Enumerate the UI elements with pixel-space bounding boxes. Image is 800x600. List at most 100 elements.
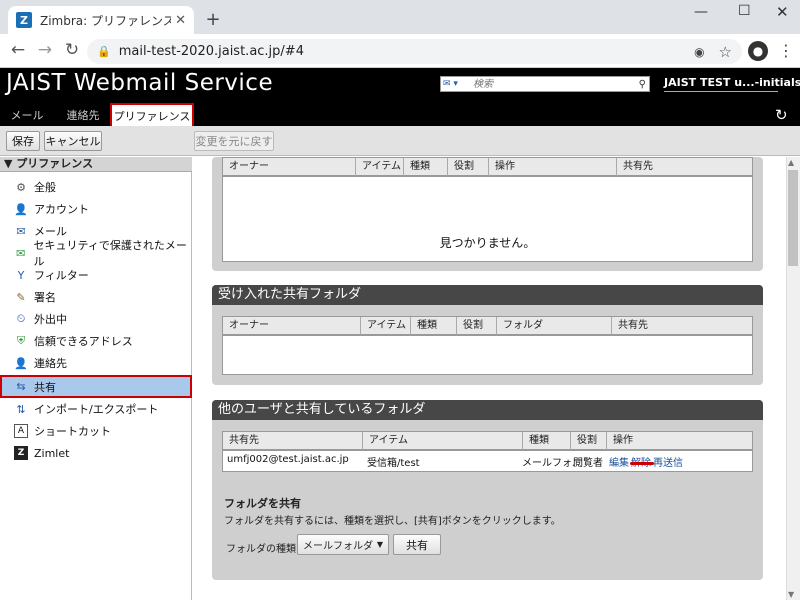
sidebar-item-label: 外出中 <box>34 313 67 326</box>
pending-shares-header: オーナー アイテム 種類 役割 操作 共有先 <box>222 157 753 177</box>
sidebar-item-label: Zimlet <box>34 446 70 460</box>
sidebar-header-label: プリファレンス <box>16 157 94 170</box>
filter-icon: Y <box>17 268 25 282</box>
profile-avatar-icon[interactable]: ● <box>748 41 768 61</box>
sidebar-item-label: 信頼できるアドレス <box>34 335 133 348</box>
sidebar-item-label: アカウント <box>34 203 89 216</box>
eye-icon[interactable]: ◉ <box>694 45 704 59</box>
sidebar-item-shortcuts[interactable]: A ショートカット <box>0 420 192 442</box>
revert-changes-button[interactable]: 変更を元に戻す <box>194 131 274 151</box>
scroll-down-icon[interactable]: ▼ <box>788 590 794 599</box>
sidebar-item-label: 全般 <box>34 181 56 194</box>
scrollbar-thumb[interactable] <box>788 170 798 266</box>
column-header[interactable]: 役割 <box>571 432 607 451</box>
shared-folders-title: 他のユーザと共有しているフォルダ <box>212 400 763 420</box>
mail-icon: ✉ <box>16 224 26 238</box>
new-tab-button[interactable]: + <box>203 9 223 30</box>
column-header[interactable]: 共有先 <box>617 158 752 177</box>
column-header[interactable]: アイテム <box>363 432 523 451</box>
sidebar-item-label: 連絡先 <box>34 357 67 370</box>
shield-icon: ⛨ <box>16 334 26 347</box>
sidebar-item-import-export[interactable]: ⇅ インポート/エクスポート <box>0 398 192 420</box>
user-name: JAIST TEST u...-initials <box>664 76 800 89</box>
tab-mail[interactable]: メール <box>6 104 48 126</box>
item-cell: 受信箱/test <box>367 458 420 469</box>
column-header[interactable]: 操作 <box>489 158 617 177</box>
edit-link[interactable]: 編集 <box>609 454 629 469</box>
tab-preferences[interactable]: プリファレンス <box>110 103 194 128</box>
type-cell: メールフォル <box>522 458 574 469</box>
search-icon[interactable]: ⚲ <box>639 79 649 90</box>
sidebar-header[interactable]: ▼ プリファレンス <box>0 157 192 172</box>
column-header[interactable]: 役割 <box>457 317 497 336</box>
sidebar-item-zimlet[interactable]: Z Zimlet <box>0 442 192 464</box>
sidebar-item-label: 共有 <box>34 380 56 394</box>
share-icon: ⇆ <box>16 380 26 393</box>
secure-mail-icon: ✉ <box>16 246 26 260</box>
tab-contacts[interactable]: 連絡先 <box>60 104 106 126</box>
share-folder-description: フォルダを共有するには、種類を選択し、[共有]ボタンをクリックします。 <box>224 516 561 527</box>
browser-tab[interactable]: Z Zimbra: プリファレンス: 共有 ✕ <box>8 6 194 34</box>
sidebar-item-secure-mail[interactable]: ✉ セキュリティで保護されたメール <box>0 239 192 268</box>
column-header[interactable]: 操作 <box>607 432 752 451</box>
search-input[interactable] <box>473 77 639 91</box>
save-button[interactable]: 保存 <box>6 131 40 151</box>
url-text[interactable]: mail-test-2020.jaist.ac.jp/#4 <box>119 44 694 59</box>
column-header[interactable]: 役割 <box>448 158 489 177</box>
scroll-up-icon[interactable]: ▲ <box>788 158 794 167</box>
column-header[interactable]: 種類 <box>411 317 457 336</box>
out-of-office-icon: ⏲ <box>16 312 26 325</box>
close-window-icon[interactable]: ✕ <box>776 3 789 21</box>
share-button[interactable]: 共有 <box>393 534 441 555</box>
highlight-underline <box>630 462 654 465</box>
address-bar[interactable]: 🔒 mail-test-2020.jaist.ac.jp/#4 ◉ ☆ <box>87 39 742 64</box>
share-folder-title: フォルダを共有 <box>224 497 301 510</box>
folder-type-select[interactable]: メールフォルダ ▼ <box>297 534 389 555</box>
signature-icon: ✎ <box>16 290 26 304</box>
app-title: JAIST Webmail Service <box>6 70 274 96</box>
column-header[interactable]: 種類 <box>523 432 571 451</box>
sidebar-item-contacts[interactable]: 👤 連絡先 <box>0 352 192 374</box>
role-cell: 閲覧者 <box>573 458 603 469</box>
sidebar-item-filter[interactable]: Y フィルター <box>0 264 192 286</box>
resend-link[interactable]: 再送信 <box>653 454 683 469</box>
column-header[interactable]: オーナー <box>223 158 356 177</box>
zimbra-favicon-icon: Z <box>16 12 32 28</box>
action-bar <box>0 126 800 156</box>
search-box[interactable]: ✉ ▾ ⚲ <box>440 76 650 92</box>
sidebar-item-sharing[interactable]: ⇆ 共有 <box>0 375 192 398</box>
refresh-icon[interactable]: ↻ <box>775 106 788 124</box>
sidebar-item-label: 署名 <box>34 291 56 304</box>
accepted-shares-header: オーナー アイテム 種類 役割 フォルダ 共有先 <box>222 316 753 336</box>
gear-icon: ⚙ <box>16 180 26 194</box>
user-menu[interactable]: JAIST TEST u...-initials ▾ <box>664 76 800 89</box>
back-arrow-icon[interactable]: ← <box>8 40 28 60</box>
table-row[interactable]: umfj002@test.jaist.ac.jp 受信箱/test メールフォル… <box>223 451 752 470</box>
cancel-button[interactable]: キャンセル <box>44 131 102 151</box>
sidebar-item-trusted-addresses[interactable]: ⛨ 信頼できるアドレス <box>0 330 192 352</box>
browser-menu-icon[interactable]: ⋮ <box>778 41 794 60</box>
bookmark-star-icon[interactable]: ☆ <box>719 43 732 61</box>
forward-arrow-icon[interactable]: → <box>35 40 55 60</box>
sidebar-item-label: ショートカット <box>34 425 111 438</box>
column-header[interactable]: オーナー <box>223 317 361 336</box>
search-type-dropdown[interactable]: ✉ ▾ <box>441 77 473 91</box>
minimize-window-icon[interactable]: — <box>694 4 708 20</box>
column-header[interactable]: アイテム <box>361 317 411 336</box>
sidebar-item-general[interactable]: ⚙ 全般 <box>0 176 192 198</box>
accepted-shares-title: 受け入れた共有フォルダ <box>212 285 763 305</box>
column-header[interactable]: アイテム <box>356 158 404 177</box>
sidebar-item-account[interactable]: 👤 アカウント <box>0 198 192 220</box>
lock-icon[interactable]: 🔒 <box>97 45 111 58</box>
maximize-window-icon[interactable]: ☐ <box>738 3 751 19</box>
close-tab-icon[interactable]: ✕ <box>175 13 186 28</box>
account-icon: 👤 <box>14 202 28 216</box>
column-header[interactable]: 種類 <box>404 158 448 177</box>
user-underline <box>664 91 778 92</box>
column-header[interactable]: 共有先 <box>612 317 752 336</box>
reload-icon[interactable]: ↻ <box>62 40 82 60</box>
column-header[interactable]: 共有先 <box>223 432 363 451</box>
column-header[interactable]: フォルダ <box>497 317 612 336</box>
sidebar-item-signature[interactable]: ✎ 署名 <box>0 286 192 308</box>
sidebar-item-out-of-office[interactable]: ⏲ 外出中 <box>0 308 192 330</box>
